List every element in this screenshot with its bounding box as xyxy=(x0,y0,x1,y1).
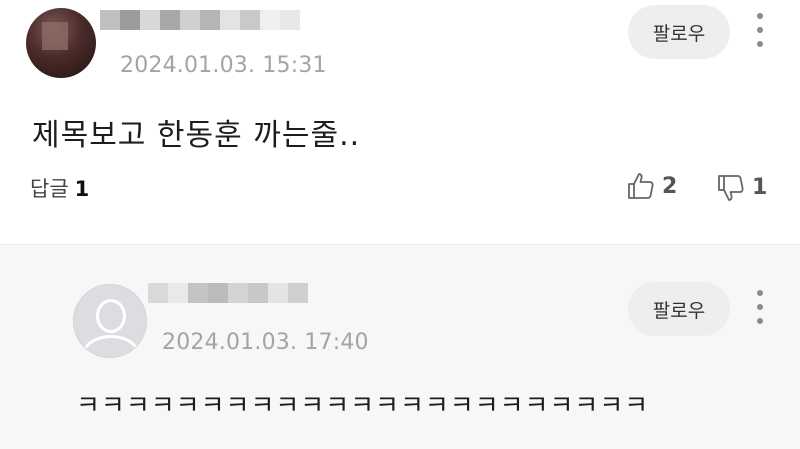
comment-item: 2024.01.03. 15:31 팔로우 제목보고 한동훈 까는줄.. 답글 1… xyxy=(0,0,800,244)
avatar-default[interactable] xyxy=(73,284,147,358)
username-redacted[interactable] xyxy=(148,283,308,303)
like-count: 2 xyxy=(662,173,678,199)
reply-count: 1 xyxy=(74,177,90,201)
reply-date: 2024.01.03. 17:40 xyxy=(162,330,369,355)
like-button[interactable]: 2 xyxy=(626,171,677,201)
dislike-count: 1 xyxy=(752,174,768,200)
reply-label: 답글 xyxy=(30,177,69,201)
thumbs-down-icon xyxy=(718,175,744,201)
thumbs-up-icon xyxy=(628,173,654,199)
follow-button[interactable]: 팔로우 xyxy=(628,282,730,336)
reply-text: ㅋㅋㅋㅋㅋㅋㅋㅋㅋㅋㅋㅋㅋㅋㅋㅋㅋㅋㅋㅋㅋㅋㅋ xyxy=(76,391,650,421)
reply-toggle[interactable]: 답글 1 xyxy=(30,173,89,203)
dislike-button[interactable]: 1 xyxy=(716,172,767,202)
more-options-icon[interactable] xyxy=(750,288,770,328)
username-redacted[interactable] xyxy=(100,10,300,30)
user-silhouette-icon xyxy=(96,299,126,333)
follow-button[interactable]: 팔로우 xyxy=(628,5,730,59)
avatar[interactable] xyxy=(26,8,96,78)
comment-text: 제목보고 한동훈 까는줄.. xyxy=(32,118,361,153)
more-options-icon[interactable] xyxy=(750,11,770,51)
comment-date: 2024.01.03. 15:31 xyxy=(120,53,327,78)
